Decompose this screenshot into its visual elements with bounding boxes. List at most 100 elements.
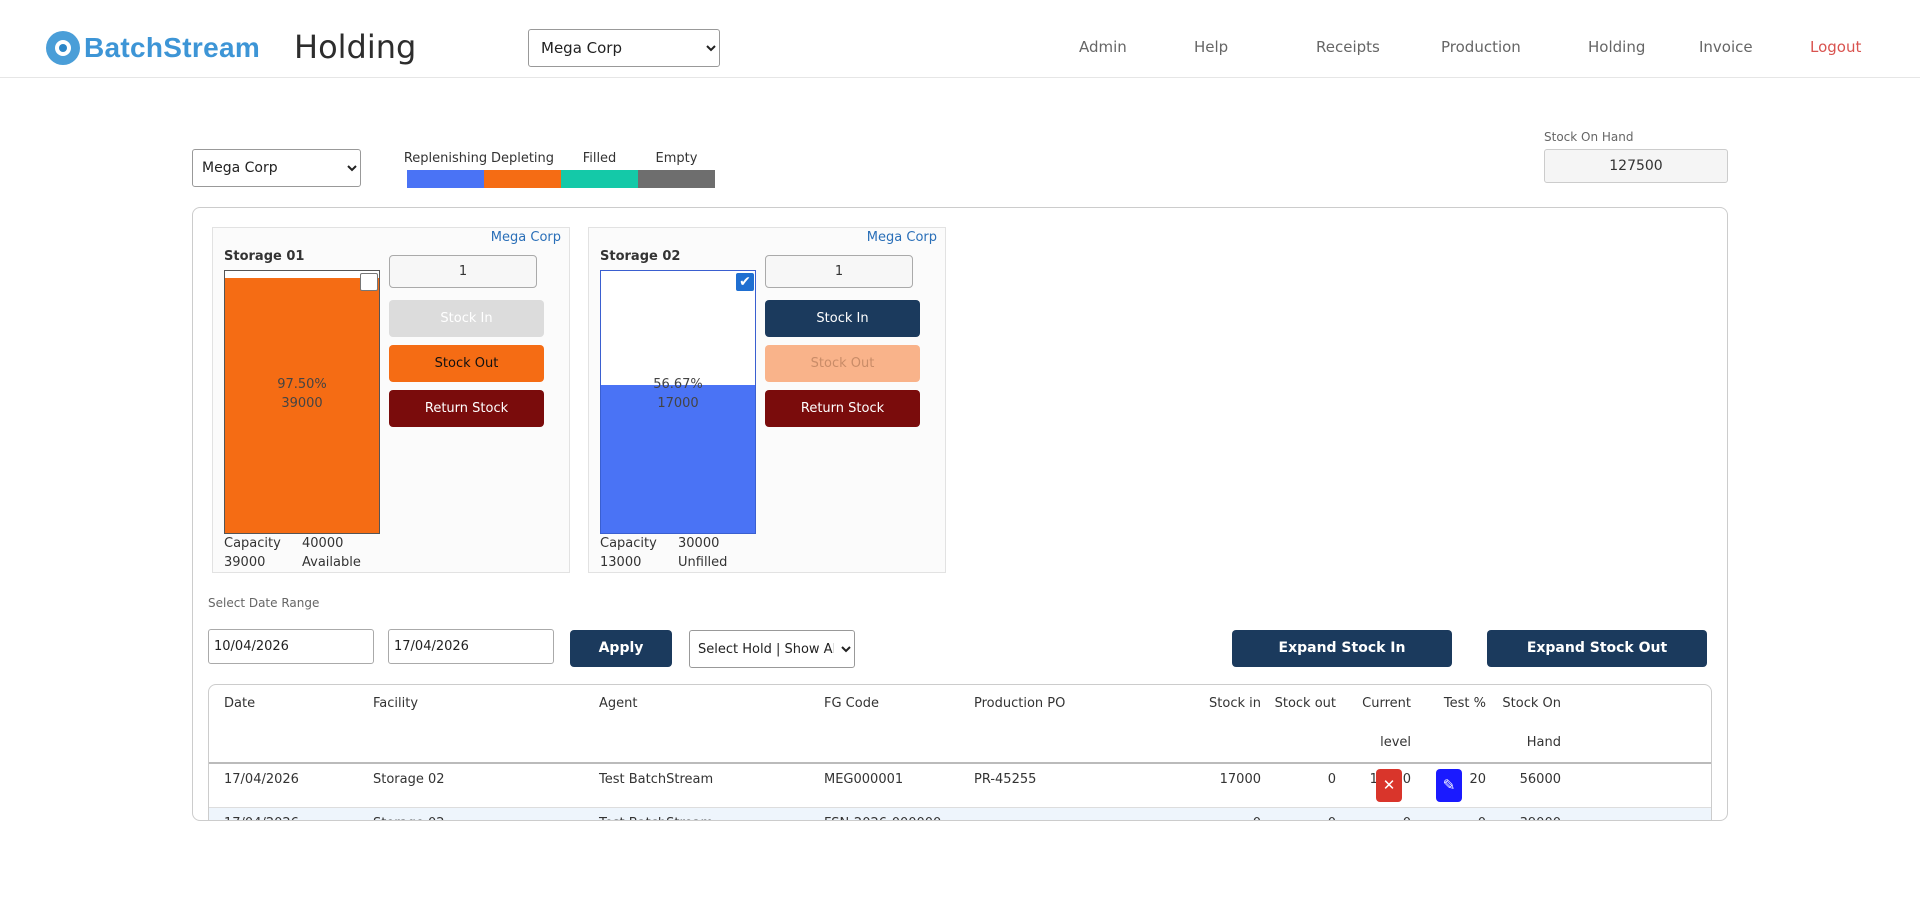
stock-on-hand-field: 127500 [1544,149,1728,183]
storage-select-checkbox[interactable]: ✔ [736,273,754,291]
storage-name: Storage 01 [224,249,305,264]
availability-label: Available [302,555,361,570]
column-header-current: Current [1362,696,1411,711]
stock-out-button[interactable]: Stock Out [765,345,920,382]
nav-help[interactable]: Help [1194,38,1228,56]
nav-admin[interactable]: Admin [1079,38,1127,56]
stock-in-button[interactable]: Stock In [389,300,544,337]
storage-name: Storage 02 [600,249,681,264]
cell-current-level: 0 [1403,808,1411,820]
quantity-input[interactable]: 1 [389,255,537,288]
logo-mark-icon [46,31,80,65]
delete-row-button[interactable]: ✕ [1376,769,1402,802]
cell-test: 20 [1469,772,1486,787]
storage-owner: Mega Corp [490,230,561,245]
capacity-row: Capacity 30000 [600,536,719,551]
hold-filter-select[interactable]: Select Hold | Show All [689,630,855,668]
storage-owner: Mega Corp [866,230,937,245]
capacity-label: Capacity [600,536,657,551]
cell-date: 17/04/2026 [224,808,299,820]
column-header-test: Test % [1443,696,1486,711]
cell-stock-in: 17000 [1219,772,1261,787]
legend-label: Replenishing [403,151,488,166]
legend-label: Empty [655,151,698,166]
tank-readout: 56.67% 17000 [601,375,755,413]
pencil-icon: ✎ [1442,776,1456,794]
legend-swatch [484,170,561,188]
cell-fg-code: MEG000001 [824,772,904,787]
return-stock-button[interactable]: Return Stock [389,390,544,427]
storage-tank[interactable]: 97.50% 39000 [224,270,380,534]
legend-swatch [638,170,715,188]
nav-production[interactable]: Production [1441,38,1521,56]
tank-percent: 97.50% [277,377,327,392]
edit-row-button[interactable]: ✎ [1436,769,1462,802]
top-header: BatchStream Holding Mega Corp Admin Help… [0,0,1920,78]
availability-row: 39000 Available [224,555,361,570]
check-icon: ✔ [739,274,751,290]
availability-label: Unfilled [678,555,728,570]
legend-swatch [407,170,484,188]
cell-stock-in: 0 [1253,808,1261,820]
column-header-stock-in: Stock in [1209,696,1261,711]
table-row[interactable]: 17/04/2026 Storage 02 Test BatchStream F… [209,808,1711,820]
nav-holding[interactable]: Holding [1588,38,1645,56]
column-header-stock-on: Stock On [1502,696,1561,711]
legend-item-filled: Filled [561,151,638,188]
capacity-value: 40000 [302,536,344,551]
storage-card: Mega Corp Storage 02 56.67% 17000 ✔ 1 St… [588,227,946,573]
storage-card: Mega Corp Storage 01 97.50% 39000 1 Stoc… [212,227,570,573]
column-header-fg-code: FG Code [824,696,879,711]
availability-value: 39000 [224,555,266,570]
cell-stock-out: 0 [1327,772,1336,787]
column-header-current-level: level [1380,735,1411,750]
tank-level: 39000 [281,396,323,411]
logo-text: BatchStream [84,32,261,63]
cell-agent: Test BatchStream [599,772,714,787]
column-header-hand: Hand [1526,735,1561,750]
column-header-date: Date [224,696,256,711]
column-header-stock-out: Stock out [1274,696,1336,711]
holding-panel: Mega Corp Storage 01 97.50% 39000 1 Stoc… [192,207,1728,821]
stock-on-hand-label: Stock On Hand [1544,130,1634,144]
date-from-input[interactable]: 10/04/2026 [208,629,374,664]
storage-select-checkbox[interactable] [360,273,378,291]
logo[interactable]: BatchStream [46,28,260,68]
legend-item-empty: Empty [638,151,715,188]
cell-facility: Storage 02 [373,772,445,787]
capacity-label: Capacity [224,536,281,551]
table-row[interactable]: 17/04/2026 Storage 02 Test BatchStream M… [209,764,1711,808]
company-filter-select[interactable]: Mega Corp [192,149,361,187]
cell-date: 17/04/2026 [224,772,299,787]
legend-swatch [561,170,638,188]
close-icon: ✕ [1382,776,1396,794]
nav-receipts[interactable]: Receipts [1316,38,1380,56]
quantity-input[interactable]: 1 [765,255,913,288]
expand-stock-in-button[interactable]: Expand Stock In [1232,630,1452,667]
legend-label: Depleting [490,151,555,166]
nav-logout[interactable]: Logout [1810,38,1861,56]
header-company-select[interactable]: Mega Corp [528,29,720,67]
return-stock-button[interactable]: Return Stock [765,390,920,427]
availability-row: 13000 Unfilled [600,555,727,570]
availability-value: 13000 [600,555,642,570]
tank-readout: 97.50% 39000 [225,375,379,413]
storage-tank[interactable]: 56.67% 17000 ✔ [600,270,756,534]
expand-stock-out-button[interactable]: Expand Stock Out [1487,630,1707,667]
tank-level: 17000 [657,396,699,411]
tank-percent: 56.67% [653,377,703,392]
stock-out-button[interactable]: Stock Out [389,345,544,382]
apply-button[interactable]: Apply [570,630,672,667]
cell-stock-on-hand: 56000 [1519,772,1561,787]
stock-in-button[interactable]: Stock In [765,300,920,337]
cell-facility: Storage 02 [373,808,445,820]
status-legend: Replenishing Depleting Filled Empty [403,151,715,188]
cell-production-po: PR-45255 [974,772,1037,787]
nav-invoice[interactable]: Invoice [1699,38,1753,56]
date-to-input[interactable]: 17/04/2026 [388,629,554,664]
date-range-label: Select Date Range [208,596,320,610]
capacity-value: 30000 [678,536,720,551]
column-header-production-po: Production PO [974,696,1066,711]
cell-stock-on-hand: 39000 [1520,808,1561,820]
cell-fg-code: FSN-2026-000000 [824,808,941,820]
